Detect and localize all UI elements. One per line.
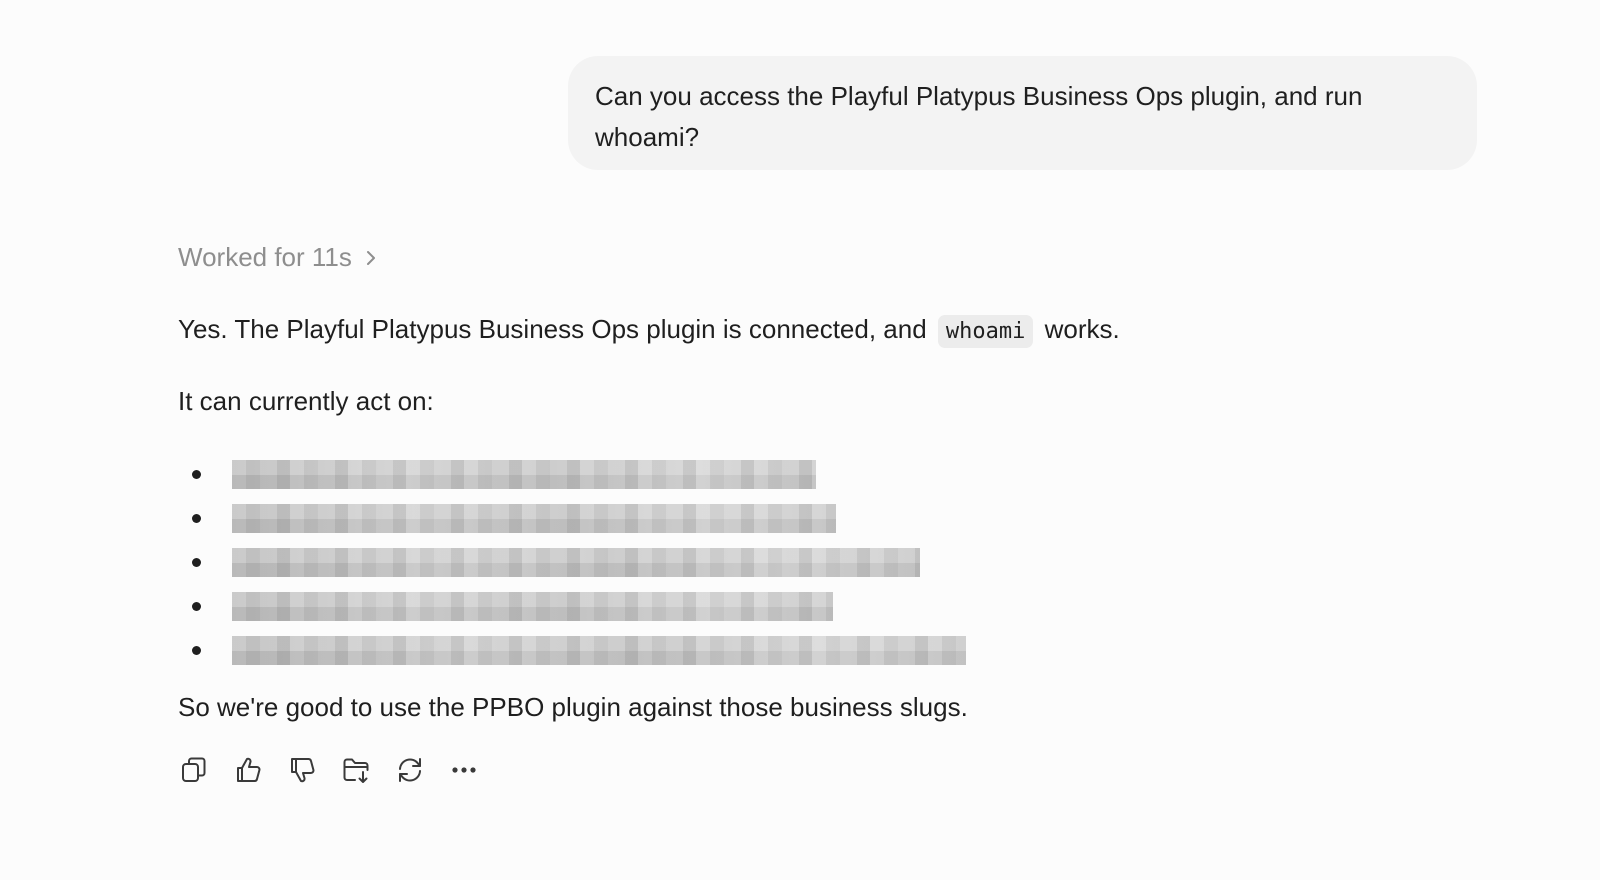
user-message-line-2: whoami? bbox=[595, 122, 700, 152]
save-to-folder-button[interactable] bbox=[340, 754, 372, 786]
inline-code-whoami: whoami bbox=[937, 315, 1034, 348]
user-message-line-1: Can you access the Playful Platypus Busi… bbox=[595, 81, 1363, 111]
redacted-text bbox=[232, 636, 966, 665]
intro-text-before: Yes. The Playful Platypus Business Ops p… bbox=[178, 314, 927, 344]
thumbs-down-icon bbox=[291, 758, 315, 783]
redacted-text bbox=[232, 504, 836, 533]
thumbs-down-button[interactable] bbox=[286, 754, 318, 786]
chat-page: Can you access the Playful Platypus Busi… bbox=[0, 0, 1600, 880]
bullet-dot bbox=[192, 558, 201, 567]
worked-for-toggle[interactable]: Worked for 11s bbox=[178, 242, 378, 273]
bullet-dot bbox=[192, 646, 201, 655]
bullet-dot bbox=[192, 514, 201, 523]
list-heading: It can currently act on: bbox=[178, 386, 434, 416]
bullet-dot bbox=[192, 470, 201, 479]
intro-text-after: works. bbox=[1044, 314, 1120, 344]
redacted-text bbox=[232, 548, 920, 577]
more-options-icon bbox=[452, 767, 476, 773]
bullet-dot bbox=[192, 602, 201, 611]
thumbs-up-button[interactable] bbox=[232, 754, 264, 786]
message-actions bbox=[178, 754, 480, 786]
assistant-intro: Yes. The Playful Platypus Business Ops p… bbox=[178, 312, 1120, 349]
redacted-text bbox=[232, 460, 816, 489]
chevron-right-icon bbox=[366, 250, 375, 265]
regenerate-icon bbox=[399, 758, 421, 782]
worked-for-label: Worked for 11s bbox=[178, 242, 352, 272]
copy-icon bbox=[182, 757, 206, 782]
thumbs-up-icon bbox=[237, 757, 261, 782]
more-options-button[interactable] bbox=[448, 754, 480, 786]
user-message-bubble: Can you access the Playful Platypus Busi… bbox=[568, 56, 1477, 170]
closing-text: So we're good to use the PPBO plugin aga… bbox=[178, 692, 968, 722]
redacted-text bbox=[232, 592, 833, 621]
copy-button[interactable] bbox=[178, 754, 210, 786]
regenerate-button[interactable] bbox=[394, 754, 426, 786]
save-to-folder-icon bbox=[343, 758, 369, 783]
